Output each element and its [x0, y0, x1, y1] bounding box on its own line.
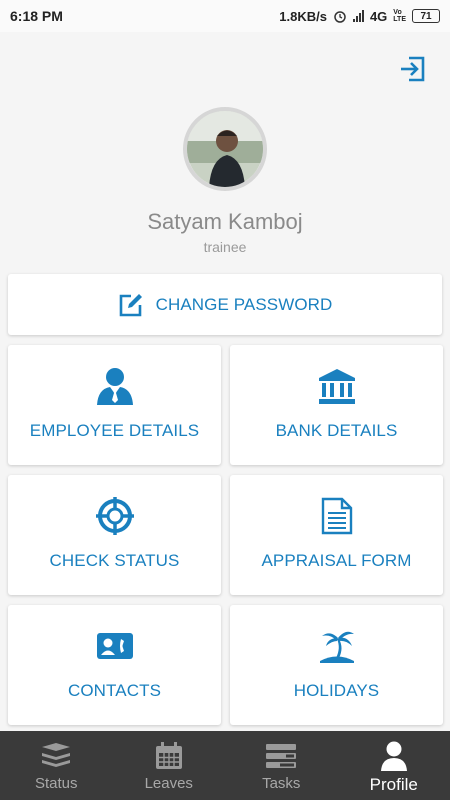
status-bar: 6:18 PM 1.8KB/s 4G Vo LTE 71: [0, 0, 450, 32]
appraisal-form-button[interactable]: APPRAISAL FORM: [230, 475, 443, 595]
nav-tasks[interactable]: Tasks: [225, 731, 338, 800]
network-type: 4G: [369, 8, 388, 24]
contact-card-icon: [96, 633, 133, 659]
edit-icon: [119, 293, 142, 316]
avatar[interactable]: [183, 107, 267, 191]
appraisal-form-label: APPRAISAL FORM: [261, 551, 412, 570]
network-speed: 1.8KB/s: [279, 8, 327, 24]
tasks-icon: [266, 744, 297, 768]
calendar-icon: [155, 742, 182, 769]
bottom-navigation: Status Leaves Tasks Profile: [0, 731, 450, 800]
user-role: trainee: [203, 239, 247, 255]
bank-details-button[interactable]: BANK DETAILS: [230, 345, 443, 465]
change-password-button[interactable]: CHANGE PASSWORD: [8, 274, 442, 335]
signal-strength-icon: [352, 10, 364, 22]
user-name: Satyam Kamboj: [147, 209, 303, 234]
palm-tree-icon: [319, 631, 354, 663]
clock: 6:18 PM: [10, 8, 63, 24]
profile-icon: [380, 741, 407, 771]
holidays-button[interactable]: HOLIDAYS: [230, 605, 443, 725]
battery-icon: 71: [412, 9, 440, 23]
logout-icon[interactable]: [398, 54, 428, 84]
employee-icon: [96, 368, 133, 405]
contacts-label: CONTACTS: [67, 681, 162, 700]
document-icon: [321, 497, 352, 535]
change-password-label: CHANGE PASSWORD: [155, 294, 333, 314]
check-status-label: CHECK STATUS: [49, 551, 180, 570]
nav-status[interactable]: Status: [0, 731, 113, 800]
nav-leaves-label: Leaves: [144, 775, 193, 792]
bank-icon: [318, 369, 355, 404]
status-indicators: 1.8KB/s 4G Vo LTE 71: [279, 9, 440, 24]
nav-leaves[interactable]: Leaves: [113, 731, 226, 800]
avatar-photo: [187, 111, 263, 187]
employee-details-label: EMPLOYEE DETAILS: [29, 421, 200, 440]
stack-icon: [42, 743, 71, 767]
nav-profile[interactable]: Profile: [338, 731, 450, 800]
holidays-label: HOLIDAYS: [293, 681, 380, 700]
nav-profile-label: Profile: [369, 775, 418, 794]
alarm-icon: [334, 11, 346, 23]
nav-tasks-label: Tasks: [262, 775, 301, 792]
nav-status-label: Status: [34, 775, 78, 792]
contacts-button[interactable]: CONTACTS: [8, 605, 221, 725]
volte-indicator: Vo LTE: [393, 9, 406, 23]
check-status-button[interactable]: CHECK STATUS: [8, 475, 221, 595]
bank-details-label: BANK DETAILS: [275, 421, 398, 440]
employee-details-button[interactable]: EMPLOYEE DETAILS: [8, 345, 221, 465]
target-icon: [95, 497, 134, 535]
